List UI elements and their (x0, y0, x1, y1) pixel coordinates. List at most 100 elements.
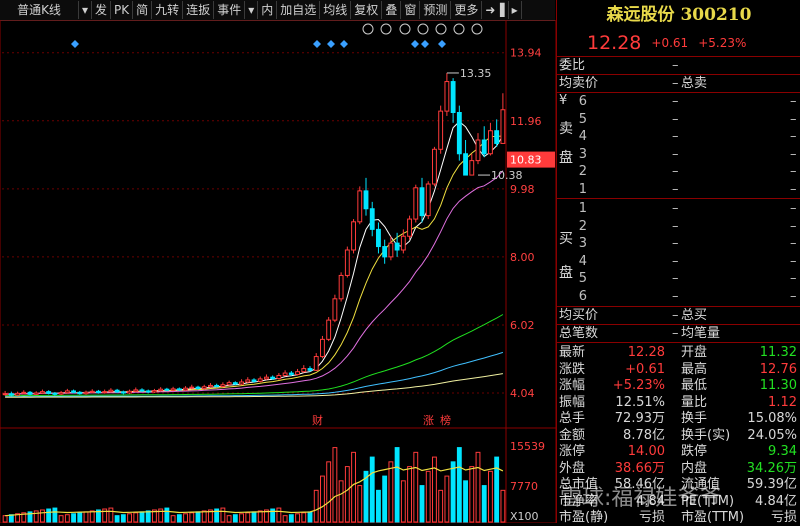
volume-bar (494, 456, 500, 523)
ma120-line (5, 351, 504, 398)
sell-price: – (672, 146, 679, 162)
toolbar-item-0[interactable]: 普通K线 (0, 1, 79, 19)
buy-price: – (672, 236, 679, 251)
candle-body (195, 386, 201, 390)
candle-body (89, 390, 95, 393)
toolbar-item-13[interactable]: 预测 (420, 1, 452, 19)
ma10-line (5, 135, 503, 395)
buy-volume: – (790, 271, 797, 286)
stat-value: 12.51% (615, 394, 665, 410)
volume-bar (276, 507, 282, 523)
stat-label: 最低 (681, 378, 708, 393)
stat-label: 涨停 (559, 444, 586, 459)
volume-bar (83, 511, 89, 523)
toolbar-item-6[interactable]: 事件 (214, 1, 246, 19)
candle-body (351, 221, 356, 251)
candle-body (40, 391, 45, 394)
volume-bar (295, 513, 300, 523)
last-price: 12.28 (587, 32, 642, 54)
volume-bar (89, 510, 95, 523)
price-axis-label: 11.96 (510, 115, 542, 128)
toolbar-item-7[interactable]: 内 (258, 1, 278, 19)
candle-body (226, 382, 232, 386)
volume-bar (481, 485, 487, 523)
candle-body (2, 393, 8, 396)
stat-value: 11.32 (759, 345, 797, 360)
chart-marker-label: 榜 (440, 413, 451, 427)
sell-level-row: 3 – – (557, 146, 800, 163)
volume-bar (475, 451, 481, 523)
volume-bar (450, 461, 456, 523)
toolbar-item-3[interactable]: 简 (133, 1, 153, 19)
play-icon[interactable] (399, 23, 411, 35)
volume-bar (170, 515, 176, 523)
toolbar-item-8[interactable]: 加自选 (277, 1, 321, 19)
buy-volume: – (790, 236, 797, 251)
candle-body (332, 298, 338, 321)
chart-toolbar: 普通K线 ▾ 发 PK 简九转 连扳 事件 ▾ 内加自选 均线 复权叠窗预测 更多 ➜▐ ▸ (0, 0, 555, 21)
candle-body (295, 371, 300, 375)
candle-body (152, 390, 157, 393)
total-buy-label: 总买 (681, 308, 708, 323)
buy-price: – (672, 253, 679, 269)
sell-price: – (672, 129, 679, 144)
sell-level: 6 (578, 94, 587, 109)
candle-body (438, 110, 444, 150)
volume-bar (301, 512, 307, 523)
price-line: 12.28 +0.61 +5.23% (557, 30, 800, 56)
event-dropdown-icon[interactable]: ▾ (245, 1, 259, 19)
forward-icon[interactable] (435, 23, 447, 35)
chart-marker-label: 涨 (423, 414, 434, 427)
weibi-row: 委比 – (557, 57, 800, 74)
kline-chart[interactable]: 13.94 11.96 9.98 8.00 6.02 4.04 10.83 13.35 10.3… (0, 20, 556, 523)
stat-row: 涨幅 +5.23% 最低 11.30 (557, 377, 800, 394)
next-arrow-icon[interactable]: ▸ (509, 1, 522, 19)
back-icon[interactable] (417, 23, 429, 35)
toolbar-item-12[interactable]: 窗 (401, 1, 421, 19)
toolbar-item-5[interactable]: 连扳 (183, 1, 215, 19)
buy-level-row: 4 – – (557, 253, 800, 270)
chart-type-dropdown-icon[interactable]: ▾ (79, 1, 93, 19)
candle-body (382, 246, 388, 258)
volume-bar (332, 447, 338, 523)
sell-volume: – (790, 164, 797, 179)
event-marker-icon (327, 40, 335, 48)
stat-label: 最新 (559, 345, 586, 360)
stock-name: 森远股份 (606, 5, 675, 25)
buy-level: 6 (578, 288, 587, 304)
volume-bar (145, 510, 151, 523)
expand-icon[interactable]: ➜▐ (482, 1, 509, 19)
volume-bar (413, 451, 419, 523)
toolbar-item-9[interactable]: 均线 (320, 1, 352, 19)
candle-body (394, 242, 400, 251)
toolbar-item-10[interactable]: 复权 (351, 1, 383, 19)
minus-circle-icon[interactable] (471, 23, 483, 35)
buy-volume: – (790, 288, 797, 304)
buy-level-row: 1 – – (557, 200, 800, 217)
candle-body (127, 390, 132, 394)
buy-price: – (672, 288, 679, 304)
refresh-icon[interactable] (380, 23, 392, 35)
toolbar-item-4[interactable]: 九转 (152, 1, 184, 19)
avg-trade-label: 均笔量 (681, 326, 721, 341)
volume-bar (388, 461, 394, 523)
candle-body (376, 228, 381, 248)
volume-bar (2, 515, 8, 523)
stat-value: 59.39亿 (746, 477, 797, 492)
toolbar-item-14[interactable]: 更多 (451, 1, 483, 19)
plus-circle-icon[interactable] (453, 23, 465, 35)
candle-body (425, 183, 431, 217)
candle-body (301, 368, 307, 373)
candle-body (145, 390, 151, 393)
stat-label: 最高 (681, 361, 708, 377)
toolbar-item-2[interactable]: PK (111, 1, 134, 19)
candle-body (176, 388, 182, 391)
eye-icon[interactable] (362, 23, 374, 35)
candle-body (133, 389, 139, 392)
toolbar-item-1[interactable]: 发 (92, 1, 112, 19)
volume-bar (64, 514, 70, 523)
volume-bar (133, 512, 139, 523)
toolbar-item-11[interactable]: 叠 (382, 1, 402, 19)
volume-bar (232, 514, 238, 523)
volume-bar (469, 466, 475, 523)
